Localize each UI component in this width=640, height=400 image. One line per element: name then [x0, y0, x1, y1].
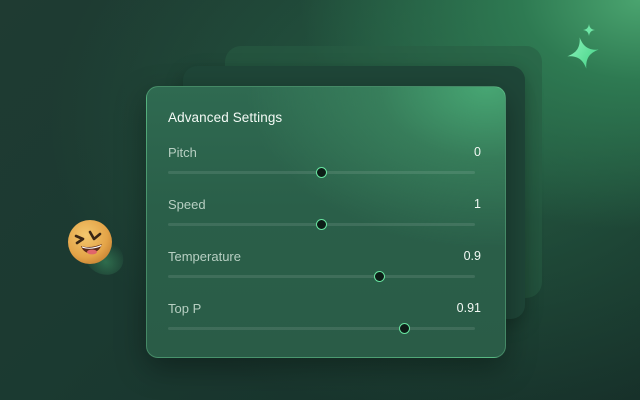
sparkle-icon: [567, 37, 599, 69]
slider-label: Top P: [168, 301, 202, 316]
temperature-slider-thumb[interactable]: [374, 271, 386, 282]
slider-label: Speed: [168, 197, 206, 212]
small-sparkle-icon: [583, 24, 595, 36]
slider-row-speed: Speed 1: [168, 197, 481, 237]
slider-row-temperature: Temperature 0.9: [168, 249, 481, 289]
slider-value: 1: [474, 197, 481, 211]
laughing-face-emoji-icon: [68, 220, 112, 264]
top-p-slider-track[interactable]: [168, 323, 475, 334]
top-p-slider-thumb[interactable]: [398, 323, 410, 334]
temperature-slider-track[interactable]: [168, 271, 475, 282]
speed-slider-track[interactable]: [168, 219, 475, 230]
slider-value: 0.9: [463, 249, 481, 263]
advanced-settings-panel: Advanced Settings Pitch 0 Speed 1 Temper…: [146, 86, 506, 358]
speed-slider-thumb[interactable]: [316, 219, 327, 230]
slider-label: Pitch: [168, 145, 197, 160]
pitch-slider-track[interactable]: [168, 167, 475, 178]
panel-title: Advanced Settings: [168, 110, 283, 125]
pitch-slider-thumb[interactable]: [316, 167, 327, 178]
slider-value: 0: [474, 145, 481, 159]
slider-row-top-p: Top P 0.91: [168, 301, 481, 341]
slider-row-pitch: Pitch 0: [168, 145, 481, 185]
slider-label: Temperature: [168, 249, 241, 264]
slider-value: 0.91: [456, 301, 481, 315]
